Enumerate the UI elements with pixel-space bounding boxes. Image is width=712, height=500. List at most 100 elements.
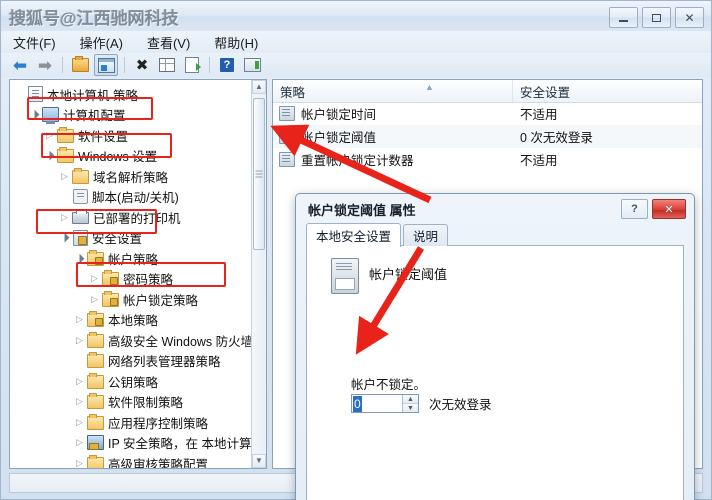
scroll-down-button[interactable]: ▼ [252, 454, 266, 468]
policy-tree[interactable]: 本地计算机 策略 ◢ 计算机配置 ▷ 软件设置 ◢ Windows 设置 ▷ 域名解析策略 脚本(… [10, 80, 252, 468]
dialog-tab-panel: 帐户锁定阈值 帐户不锁定。 0 ▲ ▼ 次无效登录 [306, 245, 684, 500]
tree-item-label: Windows 设置 [78, 150, 158, 165]
scroll-up-button[interactable]: ▲ [252, 80, 266, 94]
tree-item[interactable]: ◢ 帐户策略 [14, 248, 252, 269]
lockout-note-text: 帐户不锁定。 [351, 378, 427, 392]
expander-closed-icon[interactable]: ▷ [89, 294, 100, 305]
window-controls: ✕ [609, 7, 704, 28]
table-row[interactable]: 帐户锁定阈值 0 次无效登录 [273, 125, 702, 148]
maximize-button[interactable] [642, 7, 671, 28]
watermark-text: 搜狐号@江西驰网科技 [9, 9, 179, 28]
tree-item-label: 高级审核策略配置 [108, 457, 209, 468]
policy-icon [279, 129, 295, 144]
tree-item[interactable]: ◢ Windows 设置 [14, 146, 252, 167]
column-header-security-setting-label: 安全设置 [520, 85, 571, 100]
tree-item-label: 脚本(启动/关机) [92, 191, 179, 206]
toolbar-forward-button[interactable]: ➡ [34, 55, 56, 75]
triangle-right-icon: ▷ [76, 457, 83, 468]
tree-item[interactable]: ◢ 计算机配置 [14, 105, 252, 126]
expander-closed-icon[interactable]: ▷ [74, 458, 85, 468]
delete-x-icon: ✖ [135, 56, 149, 74]
expander-closed-icon[interactable]: ▷ [74, 335, 85, 346]
scroll-grip-icon [255, 170, 263, 178]
tab-explain[interactable]: 说明 [403, 224, 449, 246]
tree-item[interactable]: 本地计算机 策略 [14, 84, 252, 105]
tree-item[interactable]: ▷ 密码策略 [14, 269, 252, 290]
tree-item[interactable]: ▷ 应用程序控制策略 [14, 412, 252, 433]
tree-item[interactable]: ▷ 本地策略 [14, 310, 252, 331]
tree-item-label: 密码策略 [123, 273, 174, 288]
tree-item[interactable]: ▷ 软件限制策略 [14, 392, 252, 413]
toolbar-export-button[interactable] [181, 55, 203, 75]
tree-item[interactable]: 网络列表管理器策略 [14, 351, 252, 372]
tree-item[interactable]: ▷ 高级安全 Windows 防火墙 [14, 330, 252, 351]
tree-vertical-scrollbar[interactable]: ▲ ▼ [251, 80, 266, 468]
spinner-increment-button[interactable]: ▲ [403, 395, 418, 404]
menu-file[interactable]: 文件(F) [13, 33, 56, 52]
tree-item[interactable]: ◢ 安全设置 [14, 228, 252, 249]
expander-closed-icon[interactable]: ▷ [59, 212, 70, 223]
ipsec-icon [87, 435, 104, 451]
toolbar-properties-button[interactable] [156, 55, 178, 75]
toolbar-up-folder-button[interactable] [69, 55, 91, 75]
tree-item[interactable]: ▷ 公钥策略 [14, 371, 252, 392]
expander-closed-icon[interactable]: ▷ [74, 417, 85, 428]
toolbar-newwindow-button[interactable] [241, 55, 263, 75]
tree-item[interactable]: ▷ IP 安全策略，在 本地计算机 [14, 433, 252, 454]
screenshot-root: 搜狐号@江西驰网科技 ✕ 文件(F) 操作(A) 查看(V) 帮助(H) ⬅ ➡… [0, 0, 712, 500]
dialog-help-button[interactable]: ? [621, 199, 648, 219]
threshold-unit-label: 次无效登录 [429, 398, 492, 412]
tree-item[interactable]: ▷ 已部署的打印机 [14, 207, 252, 228]
expander-open-icon[interactable]: ◢ [73, 252, 85, 264]
close-button[interactable]: ✕ [675, 7, 704, 28]
toolbar-help-button[interactable]: ? [216, 55, 238, 75]
table-row[interactable]: 重置帐户锁定计数器 不适用 [273, 148, 702, 171]
expander-open-icon[interactable]: ◢ [58, 231, 70, 243]
tree-item[interactable]: ▷ 帐户锁定策略 [14, 289, 252, 310]
tree-item-label: 高级安全 Windows 防火墙 [108, 334, 252, 349]
policy-icon [279, 106, 295, 121]
menu-help[interactable]: 帮助(H) [214, 33, 258, 52]
expander-closed-icon[interactable]: ▷ [74, 376, 85, 387]
printer-icon [72, 210, 89, 225]
dialog-close-button[interactable]: ✕ [652, 199, 686, 219]
minimize-icon [619, 19, 628, 22]
folder-lock-icon [102, 270, 119, 287]
expander-open-icon[interactable]: ◢ [28, 108, 40, 120]
expander-closed-icon[interactable]: ▷ [89, 273, 100, 284]
spinner-decrement-button[interactable]: ▼ [403, 404, 418, 412]
chevron-down-icon: ▼ [255, 456, 263, 465]
toolbar-show-tree-button[interactable] [94, 54, 118, 76]
tree-item[interactable]: 脚本(启动/关机) [14, 187, 252, 208]
expander-closed-icon[interactable]: ▷ [74, 314, 85, 325]
minimize-button[interactable] [609, 7, 638, 28]
tab-local-security-setting[interactable]: 本地安全设置 [306, 223, 402, 247]
table-row[interactable]: 帐户锁定时间 不适用 [273, 102, 702, 125]
threshold-spinner-input[interactable]: 0 ▲ ▼ [351, 394, 419, 413]
cell-policy-label: 帐户锁定时间 [301, 108, 377, 122]
triangle-right-icon: ▷ [76, 375, 83, 386]
expander-closed-icon[interactable]: ▷ [44, 130, 55, 141]
expander-closed-icon[interactable]: ▷ [74, 437, 85, 448]
expander-closed-icon[interactable]: ▷ [74, 396, 85, 407]
scroll-thumb[interactable] [253, 98, 265, 250]
toolbar-back-button[interactable]: ⬅ [9, 55, 31, 75]
shield-icon [73, 229, 88, 246]
column-header-security-setting[interactable]: 安全设置 [513, 80, 702, 102]
toolbar-delete-button[interactable]: ✖ [131, 55, 153, 75]
triangle-right-icon: ▷ [76, 314, 83, 325]
column-header-policy[interactable]: 策略 ▲ [273, 80, 513, 102]
tree-item[interactable]: ▷ 高级审核策略配置 [14, 453, 252, 468]
toolbar: ⬅ ➡ ✖ ? [1, 53, 711, 77]
tree-item-label: 域名解析策略 [93, 170, 169, 185]
expander-closed-icon[interactable]: ▷ [59, 171, 70, 182]
tree-item[interactable]: ▷ 域名解析策略 [14, 166, 252, 187]
tree-item[interactable]: ▷ 软件设置 [14, 125, 252, 146]
triangle-right-icon: ▷ [76, 396, 83, 407]
tree-item-label: 公钥策略 [108, 375, 159, 390]
menu-action[interactable]: 操作(A) [80, 33, 123, 52]
menu-view[interactable]: 查看(V) [147, 33, 190, 52]
computer-icon [42, 107, 59, 125]
dialog-body: 本地安全设置 说明 帐户锁定阈值 帐户不锁定。 0 ▲ ▼ 次无效登录 [306, 223, 684, 500]
expander-open-icon[interactable]: ◢ [43, 149, 55, 161]
